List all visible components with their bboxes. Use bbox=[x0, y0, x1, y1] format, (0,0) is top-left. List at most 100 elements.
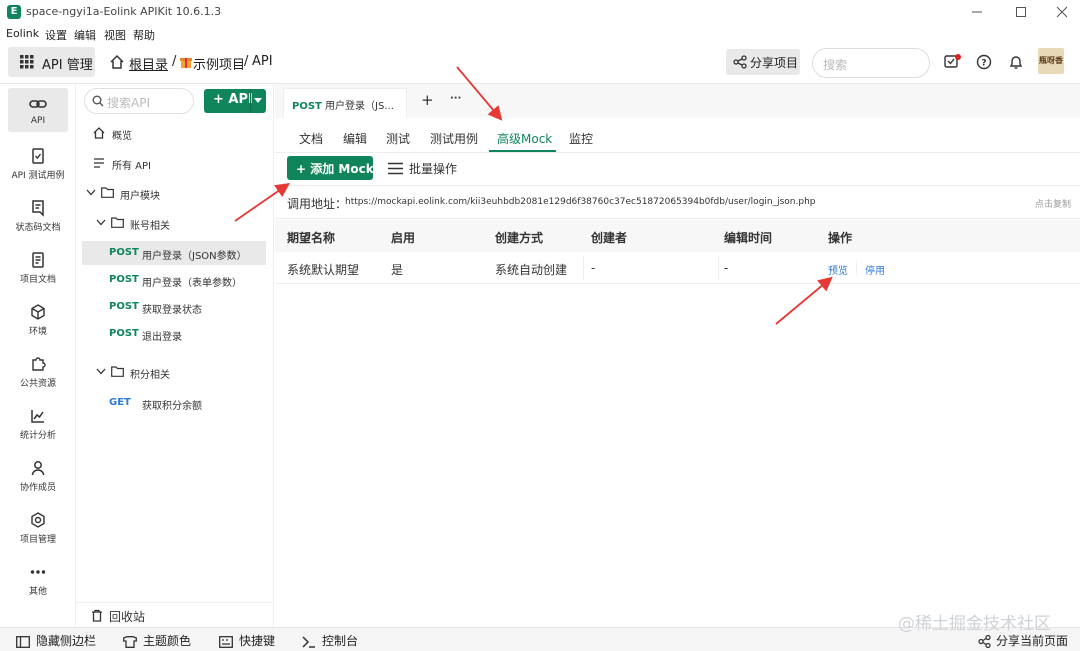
disable-link[interactable]: 停用 bbox=[865, 262, 885, 277]
document-tab-strip: POST 用户登录（JS... + ··· bbox=[275, 84, 1080, 118]
console-button[interactable]: 控制台 bbox=[302, 632, 358, 649]
tree-item-all-api[interactable]: 所有 API bbox=[76, 151, 274, 175]
nav-label: 协作成员 bbox=[19, 483, 56, 493]
maximize-icon[interactable] bbox=[1013, 4, 1029, 20]
nav-item-other[interactable]: 其他 bbox=[0, 563, 76, 597]
menu-bar: Eolink 设置 编辑 视图 帮助 bbox=[0, 25, 1080, 42]
api-search-input[interactable]: 搜索API bbox=[84, 88, 194, 114]
nav-label: 统计分析 bbox=[19, 431, 56, 441]
tab-more-button[interactable]: ··· bbox=[450, 93, 461, 104]
add-mock-button[interactable]: + 添加 Mock bbox=[287, 156, 374, 180]
menu-eolink[interactable]: Eolink bbox=[6, 27, 39, 40]
folder-icon bbox=[111, 217, 124, 228]
bulk-operation-button[interactable]: 批量操作 bbox=[409, 160, 457, 177]
document-tab-name: 用户登录（JS... bbox=[325, 101, 394, 112]
task-icon[interactable] bbox=[944, 54, 962, 70]
add-api-label: + API bbox=[213, 92, 253, 107]
member-icon bbox=[31, 461, 45, 476]
user-avatar[interactable]: 瓶呀香 bbox=[1038, 48, 1064, 74]
menu-edit[interactable]: 编辑 bbox=[74, 27, 96, 43]
nav-item-project-management[interactable]: 项目管理 bbox=[0, 511, 76, 545]
nav-label: API 测试用例 bbox=[11, 171, 65, 181]
nav-label: 环境 bbox=[28, 327, 47, 337]
minimize-icon[interactable] bbox=[969, 4, 985, 20]
chevron-down-icon bbox=[96, 368, 106, 375]
nav-item-status-code[interactable]: 状态码文档 bbox=[0, 199, 76, 233]
menu-view[interactable]: 视图 bbox=[104, 27, 126, 43]
add-mock-label: + 添加 Mock bbox=[296, 162, 374, 176]
theme-color-button[interactable]: 主题颜色 bbox=[123, 632, 191, 649]
chevron-down-icon bbox=[96, 219, 106, 226]
help-icon[interactable]: ? bbox=[976, 54, 992, 70]
tab-monitor[interactable]: 监控 bbox=[569, 130, 593, 147]
cube-icon bbox=[31, 304, 45, 320]
main-content: POST 用户登录（JS... + ··· 文档 编辑 测试 测试用例 高级Mo… bbox=[275, 84, 1080, 627]
tree-item-overview[interactable]: 概览 bbox=[76, 121, 274, 145]
tree-api-item[interactable]: POST 获取登录状态 bbox=[76, 295, 274, 319]
nav-item-api[interactable]: API bbox=[0, 88, 76, 132]
more-icon bbox=[30, 570, 46, 574]
call-url-value: https://mockapi.eolink.com/kii3euhbdb208… bbox=[345, 197, 816, 207]
tab-test[interactable]: 测试 bbox=[386, 130, 410, 147]
title-bar: E space-ngyi1a-Eolink APIKit 10.6.1.3 bbox=[0, 0, 1080, 25]
tree-api-item[interactable]: POST 退出登录 bbox=[76, 322, 274, 346]
caret-down-icon[interactable] bbox=[254, 98, 262, 104]
nav-item-project-docs[interactable]: 项目文档 bbox=[0, 251, 76, 285]
breadcrumb-root[interactable]: 根目录 bbox=[129, 54, 168, 73]
call-url-label: 调用地址： bbox=[287, 197, 348, 211]
gift-icon bbox=[180, 58, 192, 68]
tab-testcase[interactable]: 测试用例 bbox=[430, 130, 478, 147]
puzzle-icon bbox=[32, 357, 46, 371]
method-badge: POST bbox=[109, 328, 139, 339]
nav-item-api-testcase[interactable]: API 测试用例 bbox=[0, 147, 76, 181]
tree-group-user-module[interactable]: 用户模块 bbox=[76, 181, 274, 205]
nav-item-members[interactable]: 协作成员 bbox=[0, 459, 76, 493]
home-icon bbox=[93, 127, 105, 139]
app-logo-icon: E bbox=[7, 5, 21, 19]
tab-docs[interactable]: 文档 bbox=[299, 130, 323, 147]
console-icon bbox=[302, 635, 315, 648]
breadcrumb-project[interactable]: 示例项目 bbox=[193, 54, 245, 73]
api-management-button[interactable]: API 管理 bbox=[8, 47, 95, 77]
new-tab-button[interactable]: + bbox=[421, 91, 434, 109]
preview-link[interactable]: 预览 bbox=[828, 262, 848, 277]
testcase-icon bbox=[32, 148, 44, 164]
tree-item-label: 用户模块 bbox=[120, 191, 160, 202]
global-search-input[interactable]: 搜索 bbox=[812, 48, 930, 78]
console-label: 控制台 bbox=[322, 634, 359, 648]
trash-icon bbox=[92, 609, 102, 622]
menu-help[interactable]: 帮助 bbox=[133, 27, 155, 43]
nav-item-public-resources[interactable]: 公共资源 bbox=[0, 355, 76, 389]
nav-label: API bbox=[30, 116, 46, 126]
tree-api-item[interactable]: POST 用户登录（JSON参数） bbox=[82, 241, 266, 265]
list-icon bbox=[94, 158, 104, 168]
add-api-button[interactable]: + API bbox=[204, 89, 266, 113]
tree-api-item[interactable]: POST 用户登录（表单参数） bbox=[76, 268, 274, 292]
copy-url-link[interactable]: 点击复制 bbox=[1035, 197, 1071, 210]
tree-api-item[interactable]: GET 获取积分余额 bbox=[76, 391, 274, 415]
hide-sidebar-button[interactable]: 隐藏侧边栏 bbox=[16, 632, 96, 649]
tree-item-label: 回收站 bbox=[109, 610, 146, 624]
api-management-label: API 管理 bbox=[42, 58, 93, 73]
method-badge: POST bbox=[109, 274, 139, 285]
nav-item-statistics[interactable]: 统计分析 bbox=[0, 407, 76, 441]
close-icon[interactable] bbox=[1054, 4, 1070, 20]
shortcuts-button[interactable]: 快捷键 bbox=[219, 632, 275, 649]
nav-item-environment[interactable]: 环境 bbox=[0, 303, 76, 337]
global-search-placeholder: 搜索 bbox=[823, 58, 848, 72]
document-tab[interactable]: POST 用户登录（JS... bbox=[283, 88, 407, 118]
share-project-button[interactable]: 分享项目 bbox=[726, 49, 800, 75]
menu-settings[interactable]: 设置 bbox=[45, 27, 67, 43]
document-icon bbox=[32, 252, 44, 268]
tab-edit[interactable]: 编辑 bbox=[343, 130, 367, 147]
share-icon bbox=[978, 635, 991, 648]
notification-bell-icon[interactable] bbox=[1008, 54, 1024, 70]
tree-group-points[interactable]: 积分相关 bbox=[76, 360, 274, 384]
tree-group-account[interactable]: 账号相关 bbox=[76, 211, 274, 235]
bulk-list-icon bbox=[388, 162, 403, 175]
tab-advanced-mock[interactable]: 高级Mock bbox=[497, 130, 552, 147]
keyboard-icon bbox=[219, 635, 233, 648]
tree-recycle-bin[interactable]: 回收站 bbox=[76, 602, 274, 626]
share-page-button[interactable]: 分享当前页面 bbox=[978, 632, 1068, 649]
method-badge: POST bbox=[109, 301, 139, 312]
